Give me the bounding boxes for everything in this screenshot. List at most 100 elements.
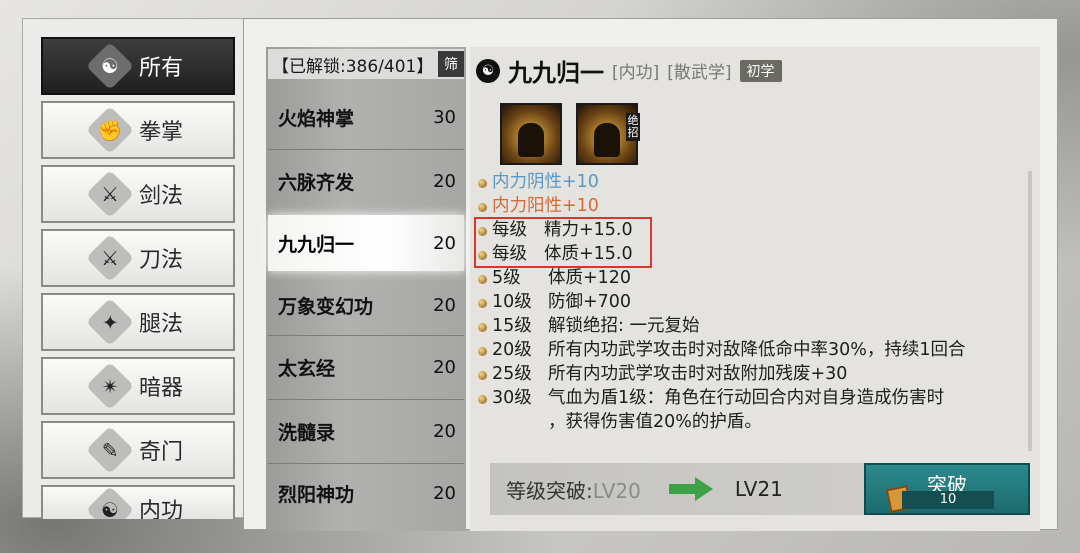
skill-level: 20: [433, 482, 456, 504]
effect-item: 20级 所有内功武学攻击时对敌降低命中率30%，持续1回合: [478, 339, 1028, 363]
list-divider: [268, 149, 464, 150]
effect-text: 体质+120: [548, 268, 632, 288]
effect-level: 20级: [492, 340, 532, 360]
scroll-icon: ✎: [85, 425, 135, 475]
shuriken-icon: ✴: [85, 361, 135, 411]
arrow-right-icon: [668, 477, 715, 501]
effect-item: 15级 解锁绝招: 一元复始: [478, 315, 1028, 339]
bullet-icon: [478, 323, 487, 332]
skill-level: 20: [433, 294, 456, 316]
category-panel: ☯ 所有 ✊ 拳掌 ⚔ 剑法 ⚔ 刀法 ✦ 腿法 ✴ 暗器 ✎ 奇门 ☯ 内功: [22, 18, 250, 519]
bullet-icon: [478, 395, 487, 404]
skill-level: 20: [433, 170, 456, 192]
effect-item: 5级 体质+120: [478, 267, 1028, 291]
category-blade[interactable]: ⚔ 刀法: [41, 229, 235, 287]
effect-text: 解锁绝招: 一元复始: [548, 316, 700, 336]
effect-level: 5级: [492, 268, 521, 288]
category-fist[interactable]: ✊ 拳掌: [41, 101, 235, 159]
skill-detail: ☯ 九九归一 [内功] [散武学] 初学 绝招 内力阴性+10 内力阳性+10: [470, 47, 1040, 531]
skill-row-selected[interactable]: 九九归一 20: [268, 215, 464, 271]
mastery-badge: 初学: [739, 59, 782, 82]
fist-icon: ✊: [85, 105, 135, 155]
skill-row[interactable]: 洗髓录 20: [268, 403, 464, 459]
effect-level: 10级: [492, 292, 532, 312]
skill-title: 九九归一: [508, 59, 604, 87]
list-divider: [268, 335, 464, 336]
list-divider: [268, 399, 464, 400]
category-qimen[interactable]: ✎ 奇门: [41, 421, 235, 479]
category-leg[interactable]: ✦ 腿法: [41, 293, 235, 351]
highlight-box: [474, 217, 652, 268]
skill-row[interactable]: 六脉齐发 20: [268, 153, 464, 209]
skill-name: 九九归一: [278, 233, 355, 256]
category-sword[interactable]: ⚔ 剑法: [41, 165, 235, 223]
bullet-icon: [478, 203, 487, 212]
filter-button[interactable]: 筛: [438, 51, 464, 77]
skill-title-row: ☯ 九九归一 [内功] [散武学] 初学: [476, 53, 782, 88]
current-level: LV20: [592, 478, 641, 503]
effect-item-continued: ，获得伤害值20%的护盾。: [478, 411, 1028, 435]
category-label: 剑法: [138, 184, 183, 209]
skill-row[interactable]: 烈阳神功 20: [268, 465, 464, 521]
breakthrough-label: 等级突破:LV20: [506, 475, 641, 504]
skill-level: 20: [433, 356, 456, 378]
unlock-count: 【已解锁:386/401】 筛: [268, 49, 464, 79]
category-label: 奇门: [138, 440, 183, 465]
martial-arts-icon: ☯: [476, 58, 500, 83]
unlock-count-text: 【已解锁:386/401】: [272, 56, 434, 77]
category-all[interactable]: ☯ 所有: [41, 37, 235, 95]
effect-text: 气血为盾1级：角色在行动回合内对自身造成伤害时: [548, 388, 945, 408]
category-label: 暗器: [138, 376, 183, 401]
next-level: LV21: [734, 477, 783, 501]
effect-item: 内力阳性+10: [478, 195, 1028, 219]
effect-text: 内力阴性+10: [492, 172, 599, 192]
skill-name: 太玄经: [278, 357, 336, 380]
effect-item: 内力阴性+10: [478, 171, 1028, 195]
ultimate-badge: 绝招: [626, 113, 640, 141]
meditating-figure-icon: [594, 123, 620, 157]
effect-level: 15级: [492, 316, 532, 336]
sword-icon: ⚔: [85, 169, 135, 219]
ultimate-move-icon[interactable]: 绝招: [576, 103, 640, 165]
bullet-icon: [478, 299, 487, 308]
category-hidden-weapon[interactable]: ✴ 暗器: [41, 357, 235, 415]
scrollbar[interactable]: [1028, 171, 1032, 451]
breakthrough-button[interactable]: 突破 10: [864, 463, 1030, 515]
skill-level: 20: [433, 420, 456, 442]
list-divider: [268, 463, 464, 464]
effect-text: 所有内功武学攻击时对敌降低命中率30%，持续1回合: [548, 340, 966, 360]
bullet-icon: [478, 347, 487, 356]
skill-level: 30: [433, 106, 456, 128]
effect-text: 防御+700: [548, 292, 632, 312]
category-inner[interactable]: ☯ 内功: [41, 485, 235, 519]
effect-text: ，获得伤害值20%的护盾。: [548, 412, 762, 432]
effect-level: 30级: [492, 388, 532, 408]
category-label: 所有: [138, 56, 183, 81]
category-label: 内功: [138, 499, 183, 519]
effect-list: 内力阴性+10 内力阳性+10 每级 精力+15.0 每级 体质+15.0 5级…: [478, 171, 1028, 435]
breakthrough-label-text: 等级突破:: [506, 478, 593, 503]
skill-name: 火焰神掌: [278, 107, 355, 130]
all-icon: ☯: [85, 41, 135, 91]
skill-name: 万象变幻功: [278, 295, 374, 318]
skill-row[interactable]: 火焰神掌 30: [268, 89, 464, 145]
category-label: 刀法: [138, 248, 183, 273]
skill-row[interactable]: 万象变幻功 20: [268, 277, 464, 333]
breakthrough-cost: 10: [902, 491, 994, 509]
skill-name: 六脉齐发: [278, 171, 355, 194]
effect-item: 30级 气血为盾1级：角色在行动回合内对自身造成伤害时: [478, 387, 1028, 411]
skill-name: 烈阳神功: [278, 483, 355, 506]
category-label: 拳掌: [138, 120, 183, 145]
leg-icon: ✦: [85, 297, 135, 347]
effect-text: 内力阳性+10: [492, 196, 599, 216]
skill-school-tag: [散武学]: [667, 63, 732, 83]
skill-panel: 【已解锁:386/401】 筛 火焰神掌 30 六脉齐发 20 九九归一 20 …: [243, 18, 1058, 531]
category-label: 腿法: [138, 312, 183, 337]
move-icon[interactable]: [500, 103, 562, 165]
skill-row[interactable]: 太玄经 20: [268, 339, 464, 395]
skill-name: 洗髓录: [278, 421, 336, 444]
effect-level: 25级: [492, 364, 532, 384]
inner-icon: ☯: [85, 487, 135, 519]
effect-item: 10级 防御+700: [478, 291, 1028, 315]
meditating-figure-icon: [518, 123, 544, 157]
